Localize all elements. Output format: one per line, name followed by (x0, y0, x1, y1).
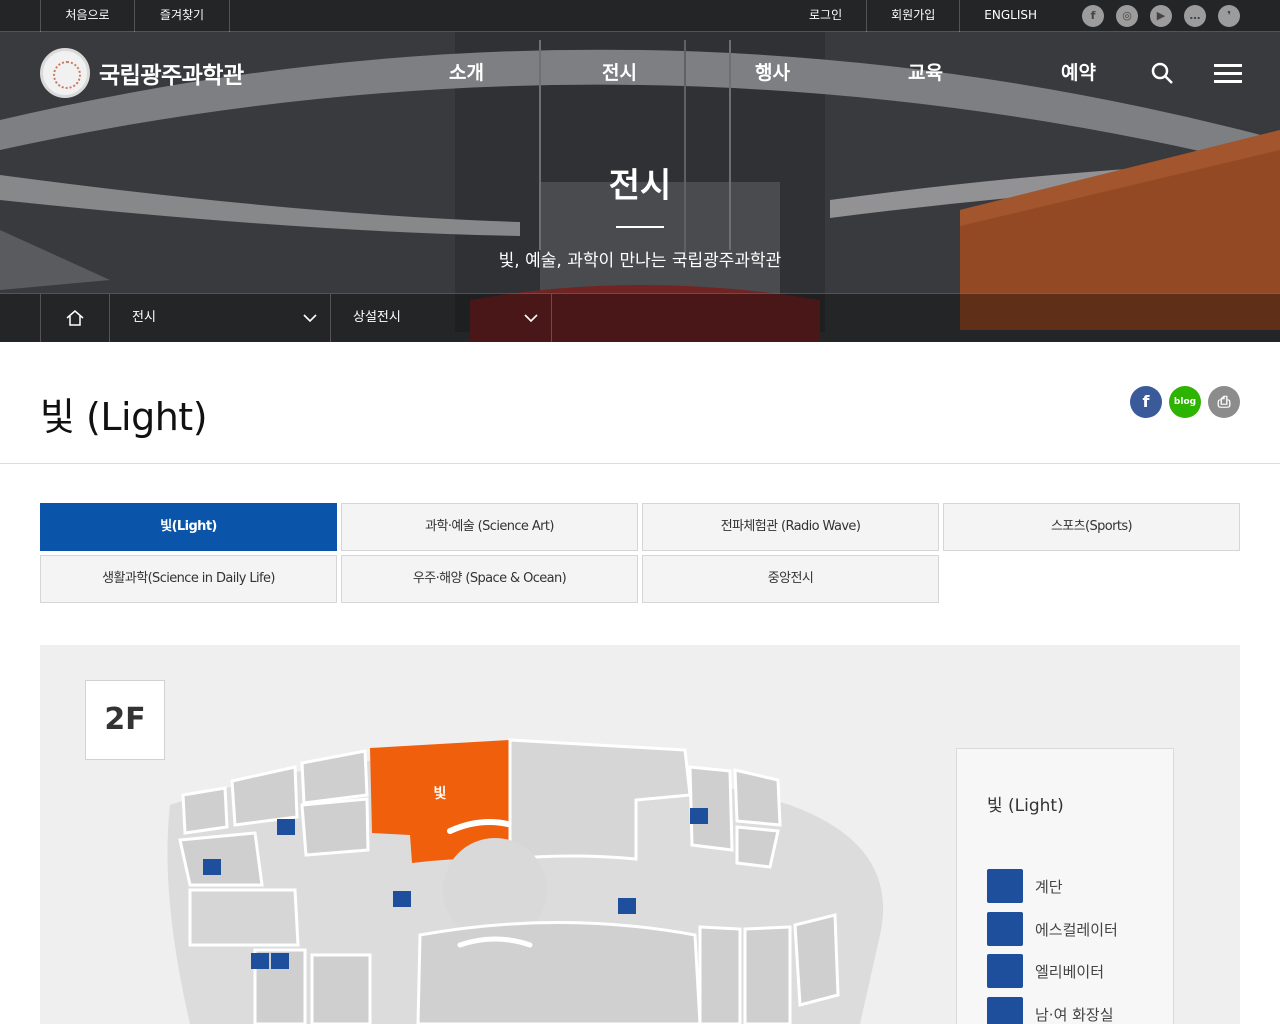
hero-subtitle: 빛, 예술, 과학이 만나는 국립광주과학관 (498, 251, 782, 271)
utility-bar: 처음으로 즐겨찾기 로그인 회원가입 ENGLISH f ◎ ▶ … ❜ (0, 0, 1280, 32)
breadcrumb-level1-label: 전시 (132, 310, 156, 325)
menu-icon[interactable] (1214, 64, 1242, 84)
exhibition-tabs: 빛(Light) 과학·예술 (Science Art) 전파체험관 (Radi… (40, 503, 1240, 603)
facebook-share-icon[interactable]: f (1130, 386, 1162, 418)
escalator-icon (987, 912, 1023, 946)
map-legend: 빛 (Light) 계단 에스컬레이터 엘리베이터 남·여 화장실 (956, 748, 1174, 1024)
bookmark-link[interactable]: 즐겨찾기 (135, 0, 230, 32)
legend-item-elevator: 엘리베이터 (987, 954, 1104, 988)
join-link[interactable]: 회원가입 (867, 0, 961, 32)
legend-title: 빛 (Light) (987, 796, 1064, 816)
utility-right: 로그인 회원가입 ENGLISH (785, 0, 1061, 32)
legend-item-stairs: 계단 (987, 869, 1063, 903)
instagram-icon[interactable]: ◎ (1116, 5, 1138, 27)
home-link[interactable]: 처음으로 (40, 0, 135, 32)
legend-item-escalator: 에스컬레이터 (987, 912, 1118, 946)
breadcrumb-level1[interactable]: 전시 (110, 294, 331, 342)
chevron-down-icon (303, 314, 317, 323)
print-icon[interactable]: ⎙ (1208, 386, 1240, 418)
breadcrumb-level2[interactable]: 상설전시 (331, 294, 552, 342)
global-nav: 국립광주과학관 소개 전시 행사 교육 예약 (0, 32, 1280, 112)
legend-label-stairs: 계단 (1035, 877, 1063, 896)
legend-label-restroom: 남·여 화장실 (1035, 1005, 1114, 1024)
restroom-icon (987, 997, 1023, 1024)
elevator-icon (987, 954, 1023, 988)
logo-emblem-icon (40, 48, 90, 98)
legend-label-escalator: 에스컬레이터 (1035, 920, 1118, 939)
logo-text: 국립광주과학관 (99, 63, 244, 89)
tab-daily-life[interactable]: 생활과학(Science in Daily Life) (40, 555, 337, 603)
blog-share-icon[interactable]: blog (1169, 386, 1201, 418)
breadcrumb: 전시 상설전시 (0, 293, 1280, 342)
chevron-down-icon (524, 314, 538, 323)
home-icon (66, 310, 84, 326)
tab-central[interactable]: 중앙전시 (642, 555, 939, 603)
stairs-icon (987, 869, 1023, 903)
breadcrumb-level2-label: 상설전시 (353, 310, 401, 325)
youtube-icon[interactable]: ▶ (1150, 5, 1172, 27)
tab-science-art[interactable]: 과학·예술 (Science Art) (341, 503, 638, 551)
blog-icon[interactable]: ❜ (1218, 5, 1240, 27)
login-link[interactable]: 로그인 (785, 0, 868, 32)
share-buttons: f blog ⎙ (1130, 386, 1240, 418)
logo[interactable]: 국립광주과학관 (40, 48, 244, 98)
tab-radio-wave[interactable]: 전파체험관 (Radio Wave) (642, 503, 939, 551)
menu-item-exhibition[interactable]: 전시 (543, 58, 696, 85)
legend-item-restroom: 남·여 화장실 (987, 997, 1114, 1024)
legend-label-elevator: 엘리베이터 (1035, 962, 1105, 981)
title-divider (0, 463, 1280, 464)
utility-left: 처음으로 즐겨찾기 (40, 0, 230, 32)
floor-badge: 2F (85, 680, 165, 760)
facebook-icon[interactable]: f (1082, 5, 1104, 27)
tab-space-ocean[interactable]: 우주·해양 (Space & Ocean) (341, 555, 638, 603)
sns-links: f ◎ ▶ … ❜ (1082, 5, 1240, 27)
talk-icon[interactable]: … (1184, 5, 1206, 27)
breadcrumb-home[interactable] (40, 294, 110, 342)
hero-banner: 처음으로 즐겨찾기 로그인 회원가입 ENGLISH f ◎ ▶ … ❜ 국립광… (0, 0, 1280, 342)
menu-item-intro[interactable]: 소개 (390, 58, 543, 85)
tab-light[interactable]: 빛(Light) (40, 503, 337, 551)
tab-sports[interactable]: 스포츠(Sports) (943, 503, 1240, 551)
hero-title: 전시 (608, 166, 672, 206)
floor-map-panel: 빛 2F 빛 (Light) 계단 에스컬레이터 엘리베이터 남·여 화장실 (40, 645, 1240, 1024)
menu-item-education[interactable]: 교육 (849, 58, 1002, 85)
english-link[interactable]: ENGLISH (960, 0, 1061, 32)
hero-title-underline (616, 226, 664, 228)
highlight-room-label: 빛 (434, 786, 447, 802)
page-title: 빛 (Light) (40, 395, 208, 439)
menu-item-reservation[interactable]: 예약 (1002, 58, 1155, 85)
main-menu: 소개 전시 행사 교육 예약 (390, 58, 1155, 85)
menu-item-events[interactable]: 행사 (696, 58, 849, 85)
search-icon[interactable] (1150, 61, 1174, 85)
